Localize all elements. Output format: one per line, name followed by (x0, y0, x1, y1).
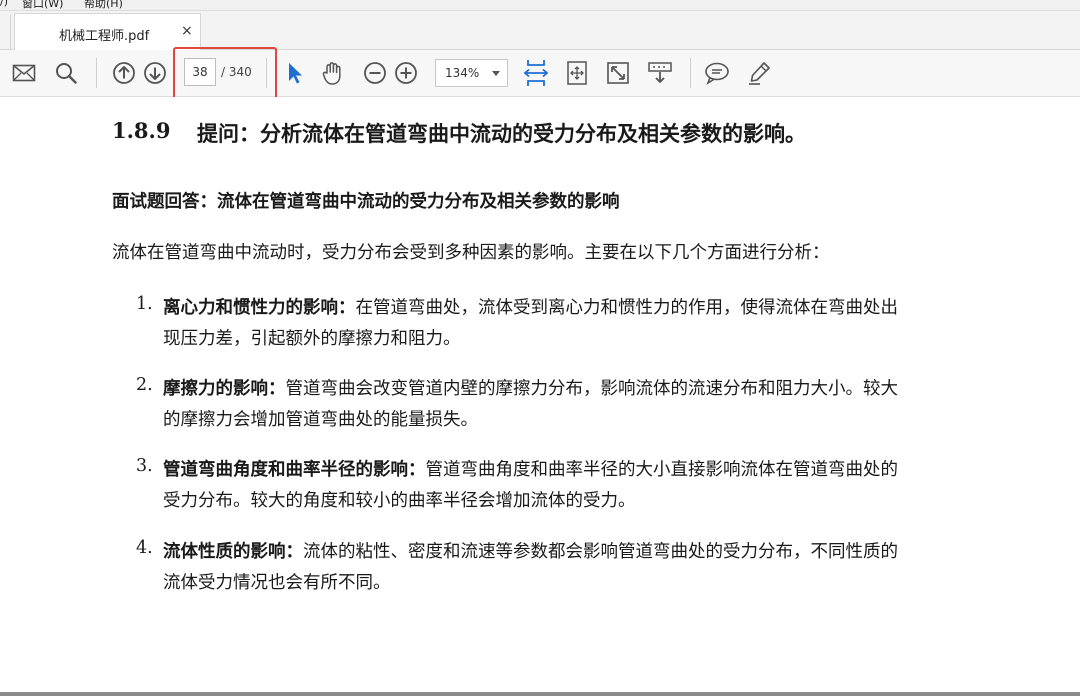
marquee-zoom-icon[interactable] (563, 59, 591, 87)
divider (10, 15, 11, 49)
list-item-line: 离心力和惯性力的影响：在管道弯曲处，流体受到离心力和惯性力的作用，使得流体在弯曲… (163, 294, 898, 319)
zoom-in-icon[interactable] (392, 59, 420, 87)
divider (690, 58, 691, 88)
list-item-number: 2. (136, 375, 153, 395)
page-down-icon[interactable] (141, 59, 169, 87)
hand-icon[interactable] (319, 59, 347, 87)
email-icon[interactable] (10, 59, 38, 87)
zoom-out-icon[interactable] (361, 59, 389, 87)
highlight-pen-icon[interactable] (745, 59, 773, 87)
list-item-number: 4. (136, 538, 153, 558)
zoom-select[interactable]: 134% (435, 59, 508, 87)
section-number: 1.8.9 (112, 118, 171, 143)
chevron-down-icon (492, 71, 500, 76)
scroll-mode-icon[interactable] (646, 59, 674, 87)
fit-width-icon[interactable] (522, 59, 550, 87)
list-item-title: 流体性质的影响： (163, 542, 303, 562)
list-item-title: 离心力和惯性力的影响： (163, 298, 356, 318)
page-number-input[interactable]: 38 (184, 58, 216, 86)
fullscreen-icon[interactable] (604, 59, 632, 87)
list-item-text-continued: 受力分布。较大的角度和较小的曲率半径会增加流体的受力。 (163, 491, 636, 511)
list-item-line: 流体性质的影响：流体的粘性、密度和流速等参数都会影响管道弯曲处的受力分布，不同性… (163, 538, 898, 563)
page-total: / 340 (221, 65, 252, 79)
list-item-text-continued: 流体受力情况也会有所不同。 (163, 573, 391, 593)
answer-subheading: 面试题回答：流体在管道弯曲中流动的受力分布及相关参数的影响 (112, 192, 620, 212)
list-item-text: 管道弯曲会改变管道内壁的摩擦力分布，影响流体的流速分布和阻力大小。较大 (285, 379, 899, 399)
zoom-value: 134% (445, 66, 480, 80)
menu-item-view[interactable]: /) (0, 0, 8, 8)
comment-icon[interactable] (703, 59, 731, 87)
menu-item-help[interactable]: 帮助(H) (84, 0, 123, 10)
menu-bar: /) 窗口(W) 帮助(H) (0, 0, 1080, 11)
list-item-text: 流体的粘性、密度和流速等参数都会影响管道弯曲处的受力分布，不同性质的 (303, 542, 898, 562)
select-arrow-icon[interactable] (280, 59, 308, 87)
window-bottom-border (0, 692, 1080, 696)
list-item-number: 1. (136, 294, 153, 314)
list-item-title: 管道弯曲角度和曲率半径的影响： (163, 460, 426, 480)
divider (96, 58, 97, 88)
list-item-line: 摩擦力的影响：管道弯曲会改变管道内壁的摩擦力分布，影响流体的流速分布和阻力大小。… (163, 375, 898, 400)
list-item-line: 管道弯曲角度和曲率半径的影响：管道弯曲角度和曲率半径的大小直接影响流体在管道弯曲… (163, 456, 898, 481)
page-up-icon[interactable] (110, 59, 138, 87)
document-tab[interactable]: 机械工程师.pdf × (14, 13, 201, 50)
section-heading: 提问：分析流体在管道弯曲中流动的受力分布及相关参数的影响。 (197, 121, 806, 146)
list-item-text-continued: 现压力差，引起额外的摩擦力和阻力。 (163, 329, 461, 349)
tab-bar: 机械工程师.pdf × (0, 11, 1080, 50)
search-icon[interactable] (52, 59, 80, 87)
divider (266, 58, 267, 88)
close-tab-icon[interactable]: × (181, 23, 193, 39)
list-item-number: 3. (136, 456, 153, 476)
menu-item-window[interactable]: 窗口(W) (22, 0, 63, 10)
intro-paragraph: 流体在管道弯曲中流动时，受力分布会受到多种因素的影响。主要在以下几个方面进行分析… (112, 243, 830, 263)
toolbar: 38 / 340 134% (0, 50, 1080, 97)
document-page: 1.8.9 提问：分析流体在管道弯曲中流动的受力分布及相关参数的影响。 面试题回… (0, 97, 1080, 692)
list-item-text: 在管道弯曲处，流体受到离心力和惯性力的作用，使得流体在弯曲处出 (355, 298, 899, 318)
document-tab-title: 机械工程师.pdf (59, 29, 150, 44)
list-item-text-continued: 的摩擦力会增加管道弯曲处的能量损失。 (163, 410, 478, 430)
list-item-text: 管道弯曲角度和曲率半径的大小直接影响流体在管道弯曲处的 (425, 460, 899, 480)
list-item-title: 摩擦力的影响： (163, 379, 286, 399)
